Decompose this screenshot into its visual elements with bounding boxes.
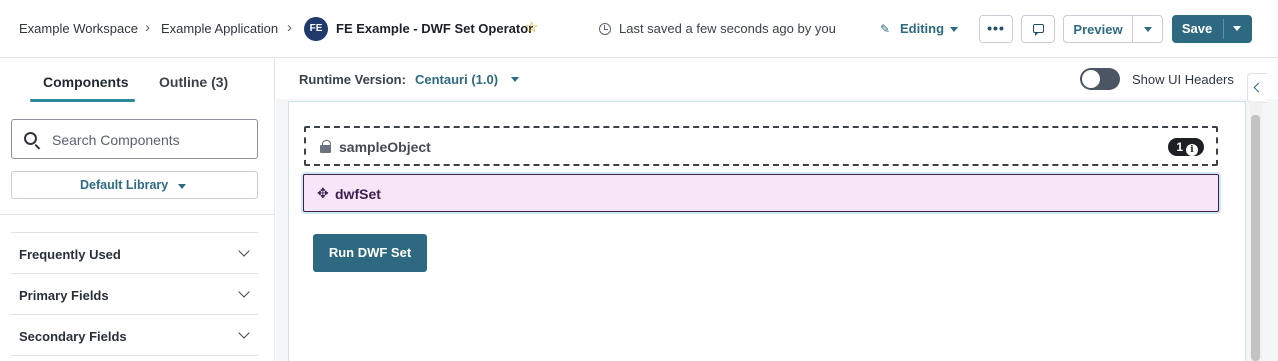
pencil-icon: ✎ [880,22,891,36]
top-bar: Example Workspace › Example Application … [0,0,1278,58]
divider [1132,16,1133,42]
library-dropdown[interactable]: Default Library [11,171,258,199]
section-divider [11,355,258,361]
move-icon[interactable]: ✥ [317,185,329,201]
info-count-badge[interactable]: 1i [1168,138,1204,156]
lock-icon [320,140,331,153]
scrollbar-thumb[interactable] [1251,115,1260,361]
component-label: dwfSet [335,186,381,202]
comments-button[interactable] [1021,15,1055,43]
chevron-down-icon [238,286,250,298]
runtime-version-dropdown[interactable]: Centauri (1.0) [415,72,498,87]
breadcrumb-workspace[interactable]: Example Workspace [19,21,138,36]
runtime-version-label: Runtime Version: [299,72,406,87]
save-options-chevron-icon[interactable] [1233,26,1241,31]
chevron-down-icon[interactable] [950,27,958,32]
tab-components[interactable]: Components [43,74,129,90]
run-dwf-set-button[interactable]: Run DWF Set [313,234,427,272]
chevron-down-icon [178,184,186,189]
chevron-down-icon [238,327,250,339]
info-icon: i [1186,144,1198,156]
component-label: sampleObject [339,139,431,155]
right-drawer-toggle[interactable] [1247,73,1267,103]
breadcrumb-separator-icon: › [145,19,150,36]
section-secondary-fields[interactable]: Secondary Fields [11,314,258,355]
canvas-toolbar: Runtime Version: Centauri (1.0) Show UI … [276,59,1278,99]
library-label: Default Library [80,178,169,192]
preview-button[interactable]: Preview [1064,22,1132,37]
search-input[interactable] [52,130,247,150]
section-label: Frequently Used [19,247,121,262]
search-icon [24,132,37,145]
chevron-left-icon [1253,82,1264,93]
save-button-group: Save [1172,15,1252,43]
section-label: Primary Fields [19,288,109,303]
star-icon[interactable]: ☆ [525,19,538,37]
preview-button-group: Preview [1063,15,1163,43]
app-avatar: FE [304,17,328,41]
divider [1223,19,1224,39]
preview-options-chevron-icon[interactable] [1144,27,1152,32]
section-label: Secondary Fields [19,329,127,344]
page-title: FE Example - DWF Set Operator [336,21,534,36]
divider [0,214,274,215]
breadcrumb-application[interactable]: Example Application [161,21,278,36]
component-dwf-set[interactable]: ✥ dwfSet [303,174,1219,212]
section-frequently-used[interactable]: Frequently Used [11,232,258,273]
more-options-button[interactable]: ••• [979,15,1013,43]
chevron-down-icon [238,245,250,257]
badge-count: 1 [1176,140,1183,154]
show-ui-headers-toggle[interactable] [1080,68,1120,90]
section-primary-fields[interactable]: Primary Fields [11,273,258,314]
show-ui-headers-label: Show UI Headers [1132,72,1234,87]
comment-icon [1033,24,1044,36]
chevron-down-icon[interactable] [511,77,519,82]
active-tab-indicator [30,99,135,102]
breadcrumb-separator-icon: › [287,19,292,36]
save-button[interactable]: Save [1172,21,1222,36]
component-sample-object[interactable]: sampleObject 1i [304,126,1218,166]
components-sidebar: Components Outline (3) Default Library F… [0,59,275,361]
tab-outline[interactable]: Outline (3) [159,74,228,90]
save-status: Last saved a few seconds ago by you [619,21,836,36]
mode-dropdown[interactable]: Editing [900,21,944,36]
more-dots-icon: ••• [987,20,1005,36]
toggle-knob [1082,70,1100,88]
clock-icon [599,23,611,35]
search-box [11,119,258,159]
